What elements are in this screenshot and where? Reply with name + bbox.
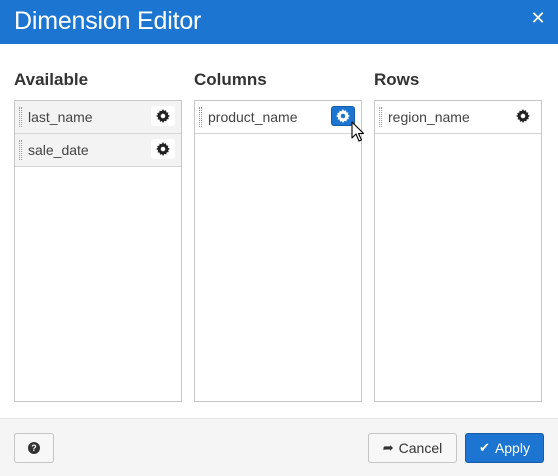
- dimension-item-product-name[interactable]: product_name: [195, 101, 361, 134]
- cancel-button[interactable]: ➦ Cancel: [368, 433, 457, 463]
- dialog-footer: ? ➦ Cancel ✔ Apply: [0, 418, 558, 476]
- dialog-title: Dimension Editor: [14, 7, 202, 35]
- apply-button[interactable]: ✔ Apply: [465, 433, 544, 463]
- gear-icon[interactable]: [151, 139, 175, 159]
- dimension-editor-dialog: Dimension Editor ✕ Available last_name s…: [0, 0, 558, 476]
- item-label: last_name: [28, 109, 93, 125]
- drag-handle-icon[interactable]: [19, 140, 22, 160]
- drag-handle-icon[interactable]: [19, 107, 22, 127]
- dimension-item-sale-date[interactable]: sale_date: [15, 134, 181, 167]
- close-icon[interactable]: ✕: [530, 9, 546, 27]
- check-icon: ✔: [479, 440, 490, 455]
- gear-icon[interactable]: [151, 106, 175, 126]
- item-label: sale_date: [28, 142, 89, 158]
- share-arrow-icon: ➦: [382, 440, 394, 455]
- cancel-label: Cancel: [398, 440, 443, 456]
- available-list[interactable]: last_name sale_date: [14, 100, 182, 402]
- columns-list[interactable]: product_name: [194, 100, 362, 402]
- rows-heading: Rows: [374, 70, 420, 89]
- drag-handle-icon[interactable]: [379, 107, 382, 127]
- available-heading: Available: [14, 70, 89, 89]
- item-label: product_name: [208, 109, 298, 125]
- help-button[interactable]: ?: [14, 433, 54, 463]
- question-circle-icon: ?: [28, 442, 40, 454]
- rows-list[interactable]: region_name: [374, 100, 542, 402]
- gear-icon[interactable]: [511, 106, 535, 126]
- apply-label: Apply: [494, 440, 530, 456]
- item-label: region_name: [388, 109, 470, 125]
- columns-heading: Columns: [194, 70, 267, 89]
- dialog-titlebar: Dimension Editor ✕: [0, 0, 558, 44]
- mouse-pointer-icon: [351, 121, 365, 142]
- dimension-item-last-name[interactable]: last_name: [15, 101, 181, 134]
- dimension-item-region-name[interactable]: region_name: [375, 101, 541, 134]
- drag-handle-icon[interactable]: [199, 107, 202, 127]
